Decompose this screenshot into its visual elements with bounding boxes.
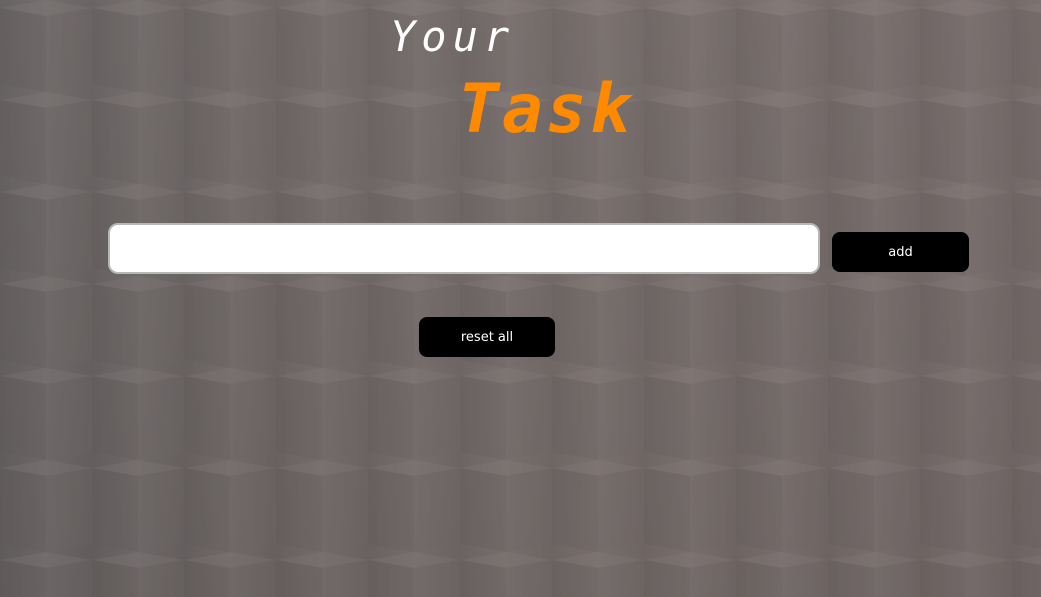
- add-button[interactable]: add: [832, 232, 969, 272]
- title-your: Your: [390, 12, 516, 61]
- reset-all-button[interactable]: reset all: [419, 317, 555, 357]
- task-input[interactable]: [108, 223, 820, 274]
- title-task: Task: [458, 70, 634, 149]
